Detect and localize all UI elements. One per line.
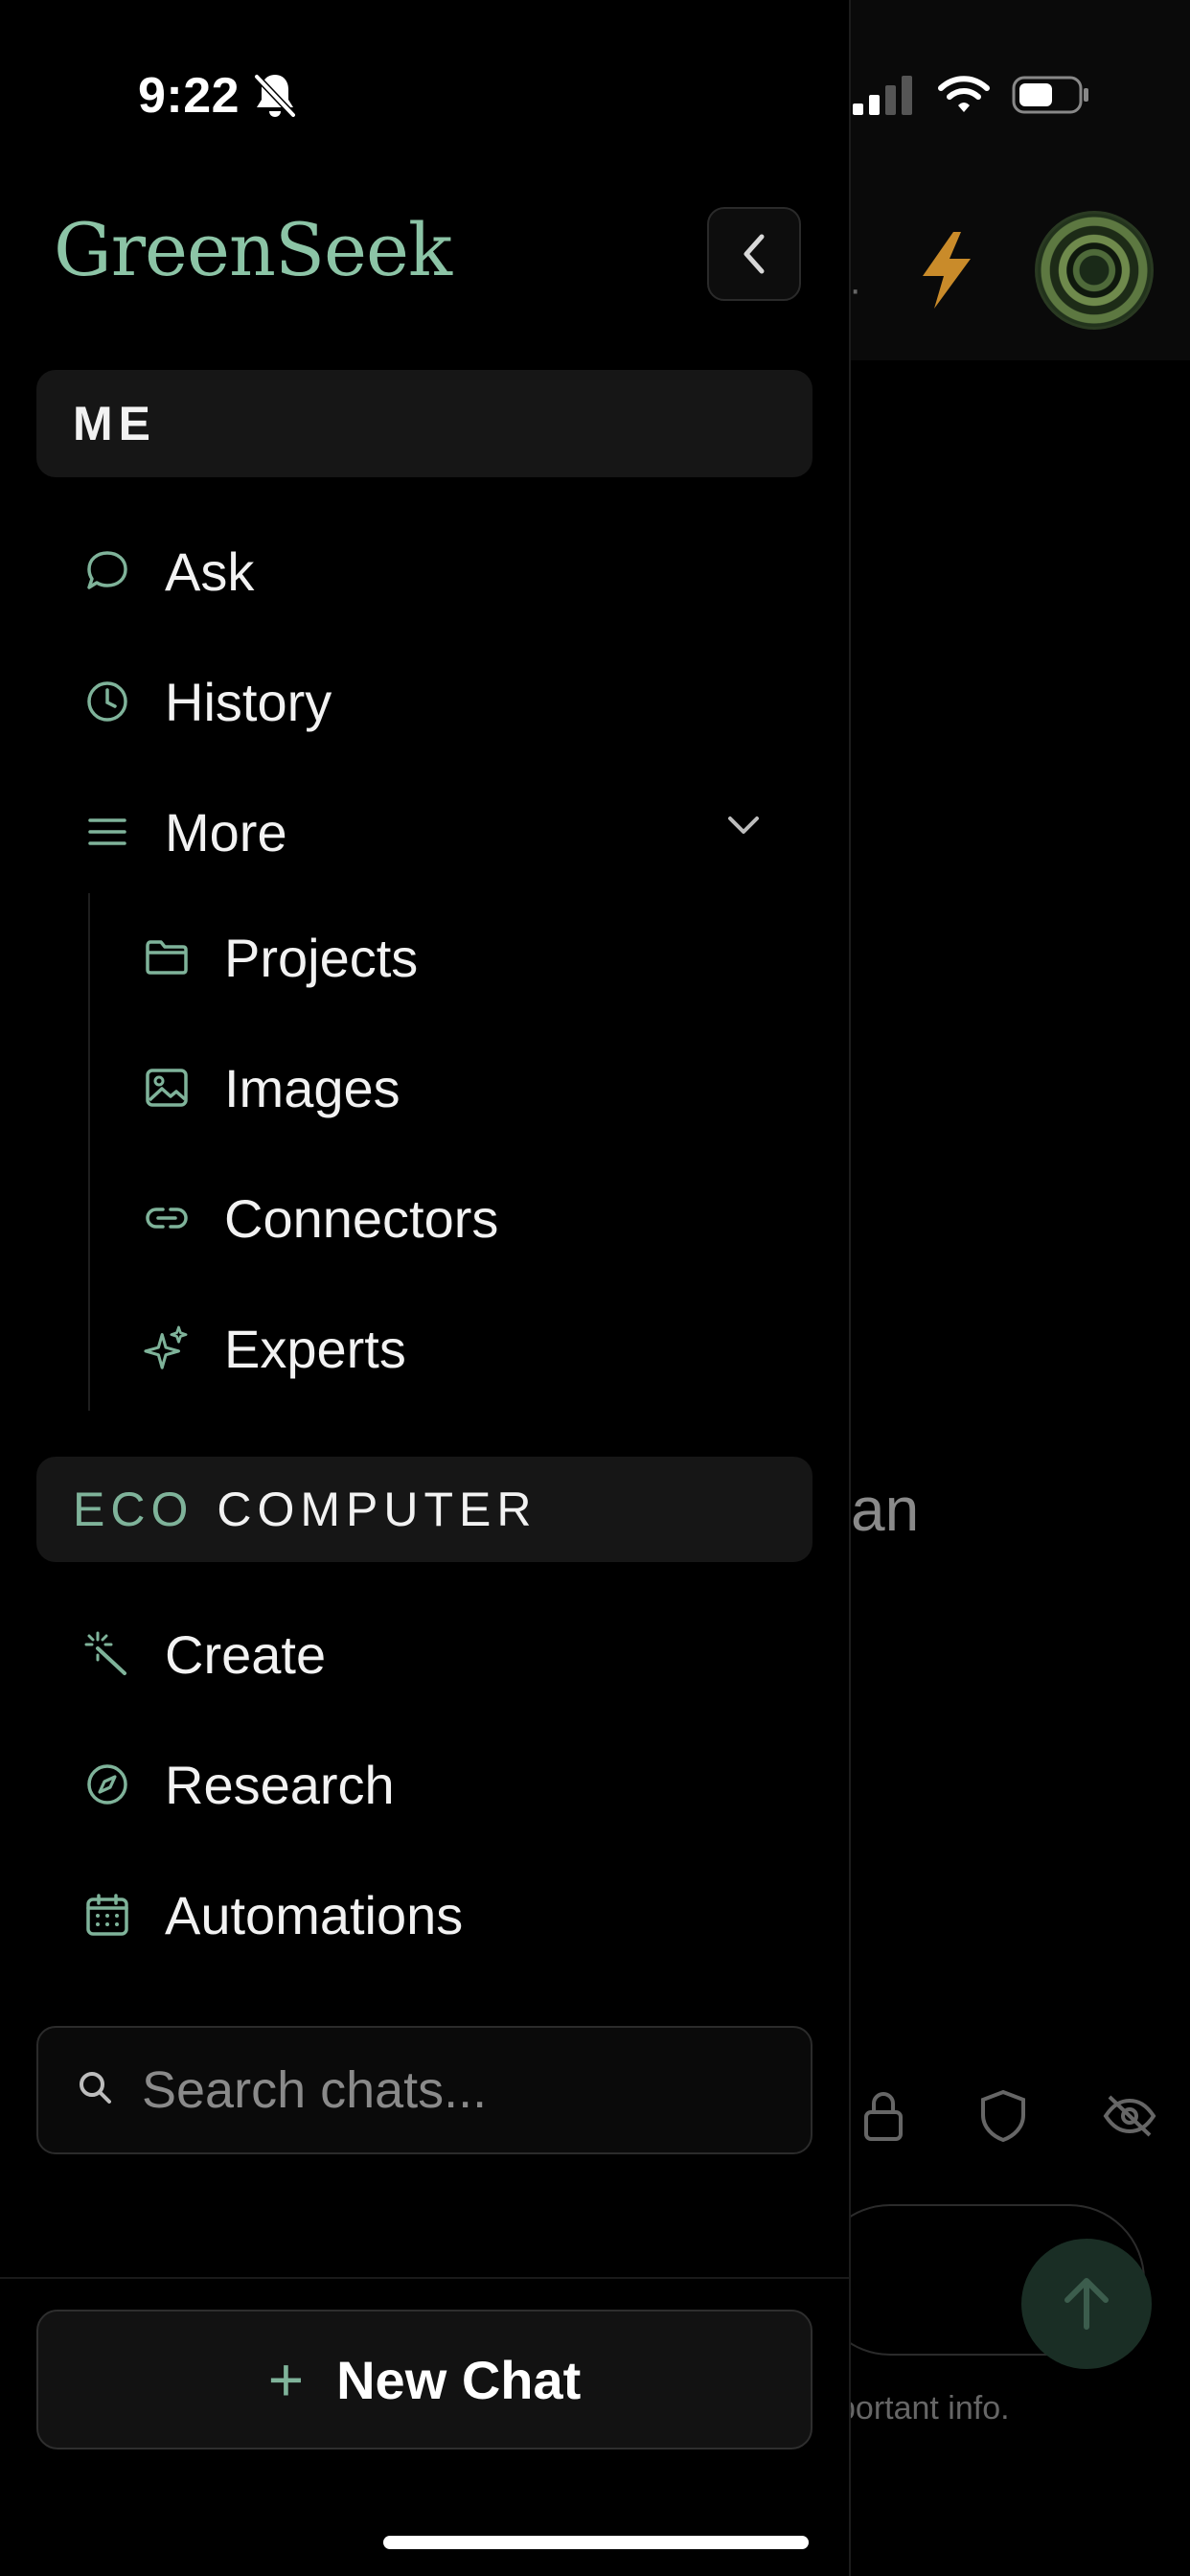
sidebar-drawer: GreenSeek ME Ask History More Projects I… [0, 0, 851, 2576]
home-indicator[interactable] [383, 2536, 809, 2549]
background-footnote: portant info. [837, 2390, 1010, 2426]
sidebar-item-label: Projects [224, 927, 419, 988]
shield-icon[interactable] [979, 2089, 1027, 2148]
sidebar-item-history[interactable]: History [84, 649, 332, 754]
magic-wand-icon [84, 1631, 130, 1677]
link-icon [144, 1195, 190, 1241]
avatar[interactable] [1035, 211, 1154, 330]
sidebar-item-label: Research [165, 1754, 395, 1815]
sidebar-item-experts[interactable]: Experts [144, 1296, 406, 1401]
new-chat-label: New Chat [336, 2349, 582, 2410]
eye-off-icon[interactable] [1102, 2093, 1157, 2144]
chevron-down-icon[interactable] [724, 813, 763, 844]
sidebar-item-label: Experts [224, 1318, 406, 1379]
arrow-up-icon [1064, 2278, 1109, 2330]
chat-bubble-icon [84, 548, 130, 594]
section-header-me: ME [36, 370, 812, 477]
sidebar-item-label: Connectors [224, 1187, 499, 1249]
search-input[interactable] [140, 2059, 795, 2121]
image-icon [144, 1065, 190, 1111]
section-header-eco-computer: ECO COMPUTER [36, 1457, 812, 1562]
menu-lines-icon [84, 809, 130, 855]
sparkles-icon [144, 1325, 190, 1371]
status-indicators [853, 75, 1090, 120]
sidebar-item-research[interactable]: Research [84, 1732, 395, 1837]
sidebar-item-label: History [165, 671, 332, 732]
sidebar-item-label: Automations [165, 1884, 464, 1945]
chevron-left-icon [744, 234, 765, 274]
new-chat-button[interactable]: + New Chat [36, 2310, 812, 2450]
background-partial-text: an [851, 1475, 920, 1544]
compass-icon [84, 1761, 130, 1807]
section-title-eco: ECO [73, 1483, 195, 1536]
sidebar-item-label: Create [165, 1623, 327, 1685]
section-title-me: ME [73, 397, 156, 450]
submenu-guide-line [88, 893, 90, 1411]
divider [0, 2277, 849, 2279]
search-chats-field[interactable] [36, 2026, 812, 2154]
lock-icon[interactable] [862, 2089, 904, 2148]
sidebar-item-images[interactable]: Images [144, 1035, 400, 1140]
sidebar-item-ask[interactable]: Ask [84, 518, 254, 624]
bell-muted-icon [251, 71, 299, 126]
sidebar-item-connectors[interactable]: Connectors [144, 1165, 498, 1271]
background-privacy-icons [862, 2089, 1157, 2148]
clock-icon [84, 678, 130, 724]
sidebar-item-automations[interactable]: Automations [84, 1862, 463, 1967]
wifi-icon [937, 75, 991, 120]
search-icon [77, 2069, 115, 2112]
sidebar-item-label: More [165, 801, 287, 862]
sidebar-item-more[interactable]: More [84, 779, 287, 885]
sidebar-item-label: Ask [165, 540, 255, 602]
calendar-icon [84, 1892, 130, 1938]
folder-icon [144, 934, 190, 980]
plus-icon: + [267, 2345, 305, 2414]
section-title-computer: COMPUTER [217, 1483, 538, 1536]
collapse-sidebar-button[interactable] [707, 207, 801, 301]
lightning-icon[interactable] [915, 230, 978, 315]
battery-icon [1012, 75, 1090, 120]
status-time: 9:22 [138, 68, 240, 124]
app-logo[interactable]: GreenSeek [54, 207, 452, 292]
sidebar-item-projects[interactable]: Projects [144, 905, 418, 1010]
sidebar-item-create[interactable]: Create [84, 1601, 326, 1707]
cellular-signal-icon [853, 75, 916, 120]
sidebar-item-label: Images [224, 1057, 400, 1118]
send-button[interactable] [1021, 2239, 1152, 2369]
